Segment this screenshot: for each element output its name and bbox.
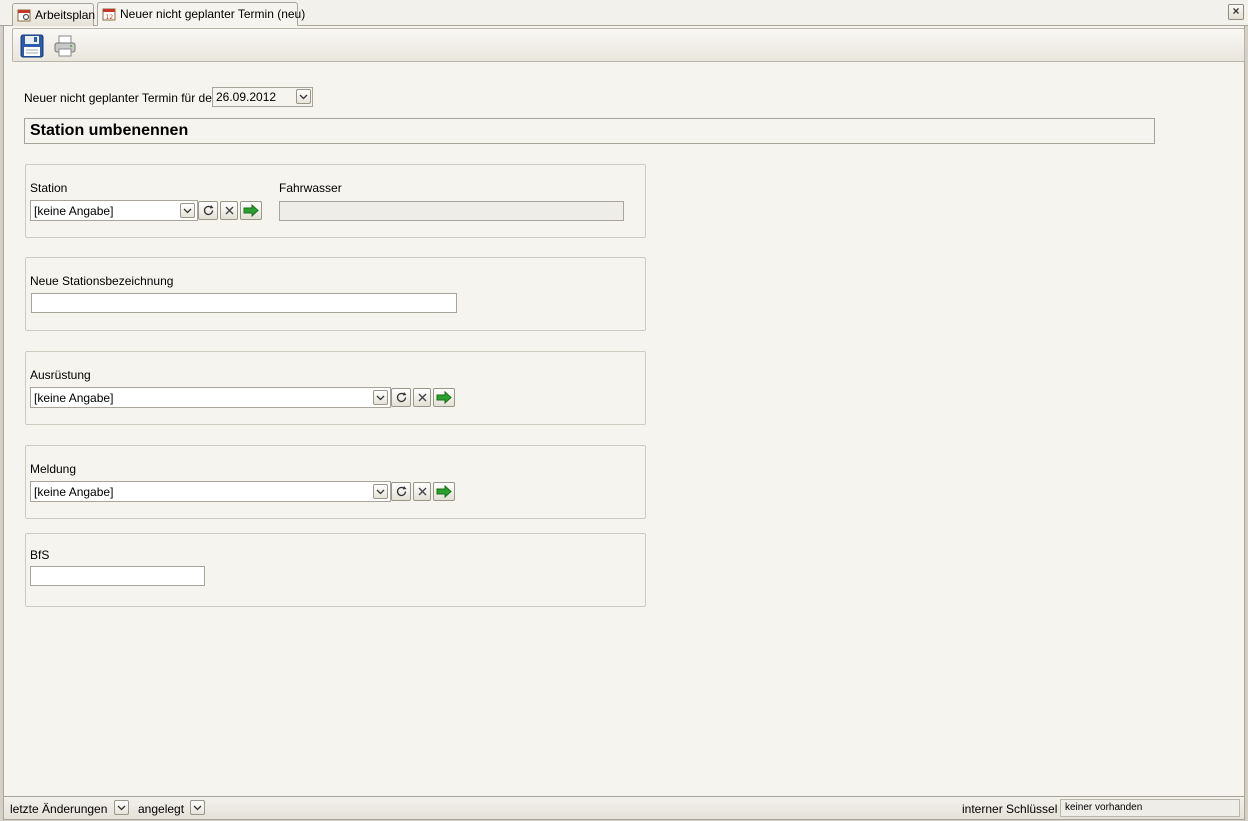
arrow-right-icon (243, 204, 259, 217)
tab-strip: Arbeitsplan 12 Neuer nicht geplanter Ter… (0, 0, 1248, 26)
printer-icon (54, 35, 76, 57)
meldung-refresh-button[interactable] (391, 482, 411, 501)
fahrwasser-field[interactable] (279, 201, 624, 221)
clear-x-icon (418, 393, 426, 402)
floppy-disk-icon (20, 34, 44, 58)
save-button[interactable] (19, 33, 45, 59)
tab-arbeitsplan[interactable]: Arbeitsplan (12, 3, 96, 26)
clear-x-icon (225, 206, 233, 215)
ausruestung-clear-button[interactable] (413, 388, 431, 407)
bfs-input[interactable] (30, 566, 205, 586)
meldung-group: Meldung [keine Angabe] (25, 445, 646, 519)
fahrwasser-label: Fahrwasser (279, 181, 342, 195)
tab-arbeitsplan-label: Arbeitsplan (35, 8, 96, 22)
ausruestung-combobox[interactable]: [keine Angabe] (30, 387, 391, 408)
neue-stationsbezeichnung-label: Neue Stationsbezeichnung (30, 274, 174, 288)
refresh-icon (396, 392, 406, 403)
svg-text:12: 12 (106, 14, 114, 21)
station-label: Station (30, 181, 68, 195)
last-changes-dropdown[interactable] (114, 800, 129, 815)
station-value: [keine Angabe] (34, 204, 114, 218)
toolbar (12, 28, 1245, 62)
neue-stationsbezeichnung-input[interactable] (31, 293, 457, 313)
clear-x-icon (418, 487, 426, 496)
date-value: 26.09.2012 (216, 90, 277, 104)
tab-neuer-termin-label: Neuer nicht geplanter Termin (neu) (120, 7, 306, 21)
calendar-icon: 12 (102, 7, 116, 21)
neue-stationsbezeichnung-group: Neue Stationsbezeichnung (25, 257, 646, 331)
close-icon[interactable]: × (1228, 4, 1244, 20)
ausruestung-label: Ausrüstung (30, 368, 91, 382)
station-go-button[interactable] (240, 201, 262, 220)
main-panel: Neuer nicht geplanter Termin für den 26.… (3, 26, 1245, 796)
chevron-down-icon (193, 805, 202, 810)
calendar-gear-icon (17, 8, 31, 22)
arrow-right-icon (436, 485, 452, 498)
station-group: Station Fahrwasser [keine Angabe] (25, 164, 646, 238)
meldung-go-button[interactable] (433, 482, 455, 501)
bfs-group: BfS (25, 533, 646, 607)
ausruestung-value: [keine Angabe] (34, 391, 114, 405)
status-bar: letzte Änderungen angelegt interner Schl… (3, 796, 1245, 820)
chevron-down-icon[interactable] (373, 390, 388, 405)
meldung-clear-button[interactable] (413, 482, 431, 501)
chevron-down-icon[interactable] (296, 89, 311, 104)
ausruestung-go-button[interactable] (433, 388, 455, 407)
meldung-label: Meldung (30, 462, 77, 476)
meldung-combobox[interactable]: [keine Angabe] (30, 481, 391, 502)
internal-key-field: keiner vorhanden (1060, 799, 1240, 817)
chevron-down-icon[interactable] (373, 484, 388, 499)
created-dropdown[interactable] (190, 800, 205, 815)
meldung-value: [keine Angabe] (34, 485, 114, 499)
print-button[interactable] (52, 33, 78, 59)
date-label: Neuer nicht geplanter Termin für den (24, 91, 219, 105)
refresh-icon (203, 205, 213, 216)
internal-key-label: interner Schlüssel (962, 802, 1058, 816)
ausruestung-refresh-button[interactable] (391, 388, 411, 407)
ausruestung-group: Ausrüstung [keine Angabe] (25, 351, 646, 425)
last-changes-label: letzte Änderungen (10, 802, 108, 816)
arrow-right-icon (436, 391, 452, 404)
station-clear-button[interactable] (220, 201, 238, 220)
date-picker[interactable]: 26.09.2012 (212, 87, 313, 107)
station-combobox[interactable]: [keine Angabe] (30, 200, 198, 221)
station-refresh-button[interactable] (198, 201, 218, 220)
page-title: Station umbenennen (24, 118, 1155, 144)
chevron-down-icon (117, 805, 126, 810)
chevron-down-icon[interactable] (180, 203, 195, 218)
refresh-icon (396, 486, 406, 497)
tab-neuer-termin[interactable]: 12 Neuer nicht geplanter Termin (neu) (97, 2, 305, 26)
created-label: angelegt (138, 802, 185, 816)
bfs-label: BfS (30, 548, 50, 562)
